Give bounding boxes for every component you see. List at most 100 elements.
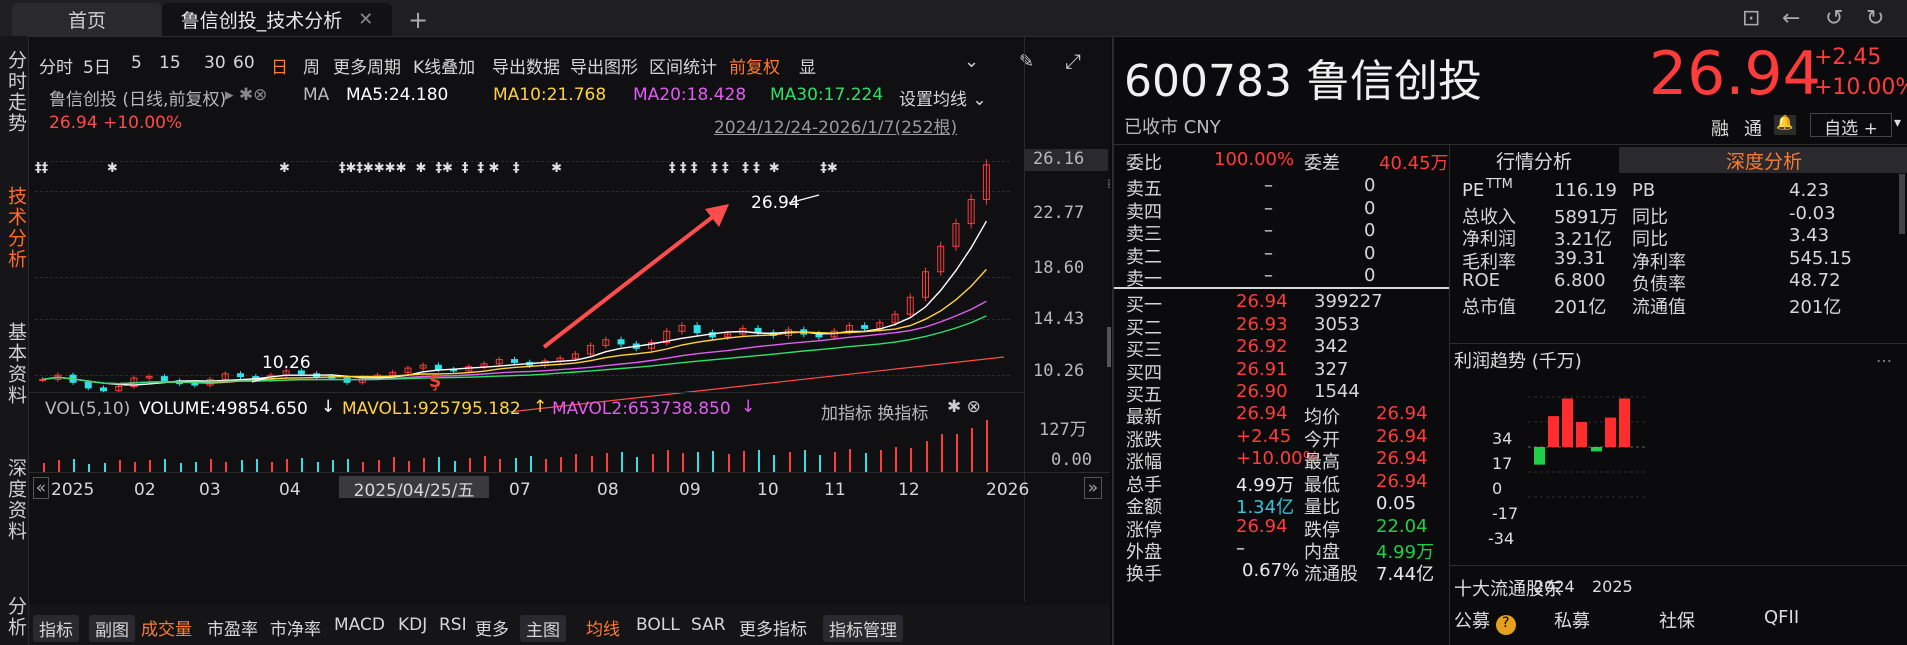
nav-time-share[interactable]: 分时走势 [0,50,28,134]
profit-bar[interactable] [1576,422,1587,447]
toolbar-13[interactable]: 前复权 [729,53,780,78]
holder-cat-fund[interactable]: 公募 ? [1454,607,1516,635]
volume-bar [621,452,624,472]
toolbar-8[interactable]: 更多周期 [333,53,401,78]
undo-icon[interactable]: ↺ [1825,6,1843,31]
candle[interactable] [693,325,701,334]
indicator-tab-4[interactable]: 市净率 [270,615,321,640]
tab-home[interactable]: 首页 [12,3,162,36]
volume-bar [88,464,91,472]
help-icon[interactable]: ? [1495,615,1516,635]
set-ma-button[interactable]: 设置均线 ⌄ [899,85,987,110]
nav-deep-info[interactable]: 深度资料 [0,458,28,542]
candle[interactable] [434,364,442,370]
toolbar-9[interactable]: K线叠加 [413,53,475,78]
indicator-tab-12[interactable]: SAR [691,615,726,635]
profit-bar[interactable] [1605,417,1616,447]
toolbar-7[interactable]: 周 [303,53,320,78]
close-tab-icon[interactable]: ✕ [358,9,373,30]
indicator-tab-5[interactable]: MACD [334,615,385,635]
toolbar-4[interactable]: 30 [204,53,226,73]
refresh-icon[interactable]: ↻ [1866,6,1884,31]
last-price: 26.94 [1649,39,1821,109]
indicator-tab-14[interactable]: 指标管理 [823,615,903,642]
chart-config-icons[interactable]: ▸ ✱⊗ [225,85,267,105]
tab-market-analysis[interactable]: 行情分析 [1454,147,1614,173]
holder-cat-social[interactable]: 社保 [1659,607,1695,633]
brush-icon[interactable]: ✎ [1019,51,1034,72]
drag-handle-icon[interactable]: ⁞ [1107,177,1111,191]
chart-area: 分时 5日 5 15 30 60 日周更多周期 K线叠加 导出数据 导出图形 区间统计 前复权显 ⌄ … [29,37,1111,645]
nav-technical-analysis[interactable]: 技术分析 [0,186,28,270]
profit-bar[interactable] [1619,398,1630,447]
toolbar-0[interactable]: 分时 [39,53,73,78]
profit-bar[interactable] [1534,447,1545,465]
metric-value: 6.800 [1554,270,1606,291]
indicator-tab-13[interactable]: 更多指标 [739,615,807,640]
tab-deep-analysis[interactable]: 深度分析 [1619,147,1907,173]
tab-technical-analysis[interactable]: 鲁信创投_技术分析 ✕ [162,3,392,36]
profit-bar[interactable] [1548,416,1559,447]
toolbar-14[interactable]: 显 [799,53,816,78]
price-chart[interactable] [29,157,1015,412]
back-arrow-icon[interactable]: ← [1782,6,1800,31]
volume-bar [270,461,273,472]
more-icon[interactable]: … [1876,347,1892,366]
price-change-line: 26.94 +10.00% [49,113,183,133]
watchlist-dropdown-icon[interactable]: ▾ [1894,115,1901,131]
scroll-left-button[interactable]: « [33,477,49,499]
profit-bar[interactable] [1562,398,1573,447]
candle[interactable] [191,383,199,386]
add-tab-icon[interactable]: + [405,3,431,36]
holder-cat-private[interactable]: 私募 [1554,607,1590,633]
indicator-tab-8[interactable]: 更多 [475,615,509,640]
screenshot-icon[interactable]: ⊡ [1742,6,1760,31]
scroll-right-button[interactable]: » [1084,477,1102,499]
stat-value: – [1236,538,1245,559]
toolbar-3[interactable]: 15 [159,53,181,73]
indicator-tab-9[interactable]: 主图 [520,615,566,642]
toolbar-1[interactable]: 5日 [83,53,111,78]
candle[interactable] [237,373,244,378]
candle[interactable] [511,359,518,363]
candle[interactable] [84,381,92,389]
indicator-tab-6[interactable]: KDJ [398,615,427,635]
ask-price: – [1264,175,1273,196]
toolbar-12[interactable]: 区间统计 [649,53,717,78]
holder-cat-qfii[interactable]: QFII [1764,607,1799,628]
nav-analysis[interactable]: 分析 [0,596,28,638]
indicator-tab-1[interactable]: 副图 [89,615,135,642]
toolbar-5[interactable]: 60 [233,53,255,73]
add-watchlist-button[interactable]: 自选 + [1810,113,1892,139]
volume-bars[interactable] [35,417,1015,472]
ma10-line [42,268,987,385]
volume-bar [666,449,669,472]
toolbar-11[interactable]: 导出图形 [570,53,638,78]
candle[interactable] [100,387,107,392]
indicator-tab-11[interactable]: BOLL [636,615,680,635]
candle[interactable] [160,376,168,382]
toolbar-10[interactable]: 导出数据 [492,53,560,78]
collapse-panel-handle[interactable] [1107,327,1111,367]
bell-icon[interactable]: 🔔 [1774,115,1796,135]
indicator-tab-3[interactable]: 市盈率 [207,615,258,640]
weicha-value: 40.45万 [1379,153,1449,174]
candle[interactable] [861,325,869,329]
toolbar-6[interactable]: 日 [271,53,288,78]
indicator-tab-7[interactable]: RSI [439,615,467,635]
profit-bar[interactable] [1591,447,1602,452]
candle[interactable] [754,327,762,334]
candle[interactable] [617,339,625,345]
panel-scrollbar[interactable] [1899,174,1905,234]
nav-basic-info[interactable]: 基本资料 [0,322,28,406]
stat-value: 26.94 [1236,403,1288,424]
indicator-tab-0[interactable]: 指标 [33,615,79,642]
candle[interactable] [815,333,823,338]
indicator-tab-2[interactable]: 成交量 [141,615,192,640]
fullscreen-icon[interactable]: ⤢ [1065,49,1081,73]
settings-circle-icon[interactable]: ⌄ [964,51,979,72]
toolbar-2[interactable]: 5 [131,53,142,73]
indicator-tab-10[interactable]: 均线 [586,615,620,640]
event-s-icon[interactable]: Ş [429,372,441,392]
vol-settings-icon[interactable]: ✱ ⊗ [947,397,981,417]
